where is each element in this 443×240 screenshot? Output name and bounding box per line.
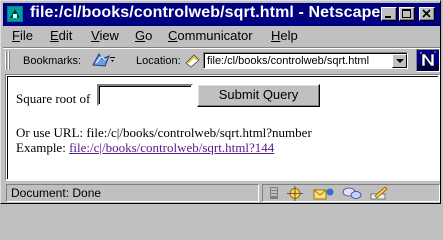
- browser-window: file:/cl/books/controlweb/sqrt.html - Ne…: [0, 0, 441, 204]
- minimize-button[interactable]: [381, 7, 397, 21]
- close-icon: [422, 9, 431, 18]
- maximize-button[interactable]: [399, 7, 415, 21]
- menu-edit-accel: E: [50, 28, 59, 43]
- example-label: Example:: [16, 140, 66, 155]
- number-input[interactable]: [97, 84, 193, 106]
- close-button[interactable]: [419, 7, 435, 21]
- example-line: Example: file:/c|/books/controlweb/sqrt.…: [16, 140, 274, 156]
- netscape-logo-icon: [417, 51, 439, 71]
- menu-go-accel: G: [135, 28, 146, 43]
- menu-go-label: o: [145, 28, 153, 43]
- menu-go[interactable]: Go: [135, 28, 152, 44]
- navigator-icon[interactable]: [285, 186, 305, 201]
- menu-communicator-accel: C: [168, 28, 178, 43]
- bookmark-icon[interactable]: [89, 51, 119, 70]
- square-root-label: Square root of: [16, 91, 91, 106]
- component-bar: [262, 184, 440, 202]
- page-location-icon[interactable]: [185, 54, 200, 68]
- example-link[interactable]: file:/c|/books/controlweb/sqrt.html?144: [69, 140, 274, 155]
- menu-edit-label: dit: [58, 28, 73, 43]
- composer-icon[interactable]: [369, 186, 389, 201]
- netscape-window-icon[interactable]: [7, 6, 23, 22]
- status-bar: Document: Done: [3, 184, 440, 203]
- menu-file-label: ile: [19, 28, 33, 43]
- menu-communicator[interactable]: Communicator: [168, 28, 253, 44]
- security-lock-icon[interactable]: [267, 186, 281, 200]
- minimize-icon: [385, 16, 391, 18]
- discussion-icon[interactable]: [341, 186, 363, 201]
- menu-help-accel: H: [271, 28, 281, 43]
- location-label: Location:: [136, 55, 181, 67]
- menu-file[interactable]: File: [12, 28, 33, 44]
- menu-edit[interactable]: Edit: [50, 28, 72, 44]
- netscape-n-logo[interactable]: [416, 49, 440, 72]
- location-url-field[interactable]: file:/cl/books/controlweb/sqrt.html: [203, 52, 408, 69]
- location-toolbar: Bookmarks: Location: file:/cl/books/cont…: [3, 47, 440, 73]
- maximize-icon: [402, 9, 411, 18]
- menu-help[interactable]: Help: [271, 28, 298, 44]
- window-title: file:/cl/books/controlweb/sqrt.html - Ne…: [30, 4, 381, 21]
- status-text: Document: Done: [6, 184, 259, 202]
- title-bar[interactable]: file:/cl/books/controlweb/sqrt.html - Ne…: [3, 3, 440, 26]
- menu-file-accel: F: [12, 28, 20, 43]
- menu-bar: File Edit View Go Communicator Help: [3, 28, 440, 45]
- submit-query-button[interactable]: Submit Query: [197, 84, 320, 107]
- page-content: Square root of Submit Query Or use URL: …: [5, 74, 440, 181]
- url-usage-hint: Or use URL: file:/c|/books/controlweb/sq…: [16, 125, 312, 140]
- content-frame: Square root of Submit Query Or use URL: …: [7, 76, 438, 179]
- bookmarks-label[interactable]: Bookmarks:: [23, 55, 81, 67]
- menu-view-label: iew: [99, 28, 119, 43]
- location-dropdown-button[interactable]: [392, 54, 407, 68]
- menu-communicator-label: ommunicator: [177, 28, 253, 43]
- menu-view[interactable]: View: [91, 28, 119, 44]
- toolbar-grip[interactable]: [5, 51, 10, 70]
- mail-icon[interactable]: [313, 186, 335, 201]
- menu-help-label: elp: [280, 28, 298, 43]
